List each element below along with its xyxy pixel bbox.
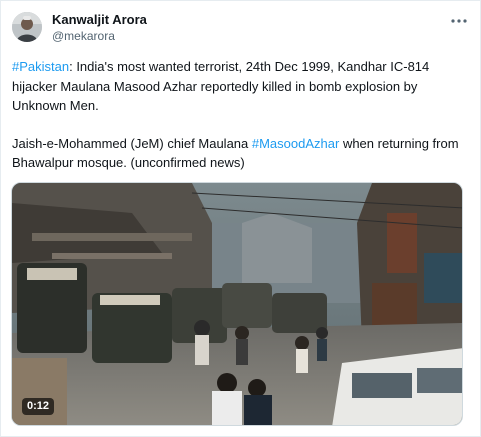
ellipsis-icon bbox=[451, 19, 467, 23]
video-duration-badge: 0:12 bbox=[22, 398, 55, 415]
author-display-name[interactable]: Kanwaljit Arora bbox=[52, 12, 147, 28]
hashtag-masoodazhar[interactable]: #MasoodAzhar bbox=[252, 136, 339, 151]
tweet-text: #Pakistan: India's most wanted terrorist… bbox=[12, 57, 474, 173]
avatar-image bbox=[12, 12, 42, 42]
tweet-paragraph-1-text: : India's most wanted terrorist, 24th De… bbox=[12, 59, 430, 113]
tweet-paragraph-2-start: Jaish-e-Mohammed (JeM) chief Maulana bbox=[12, 135, 252, 151]
video-player[interactable]: 0:12 bbox=[11, 182, 463, 426]
avatar[interactable] bbox=[12, 12, 42, 42]
tweet-paragraph-2: Jaish-e-Mohammed (JeM) chief Maulana #Ma… bbox=[12, 134, 474, 173]
tweet-card[interactable]: Kanwaljit Arora @mekarora #Pakistan: Ind… bbox=[0, 0, 481, 437]
author-handle[interactable]: @mekarora bbox=[52, 29, 115, 44]
hashtag-pakistan[interactable]: #Pakistan bbox=[12, 59, 69, 74]
video-thumbnail bbox=[12, 183, 462, 425]
tweet-paragraph-1: #Pakistan: India's most wanted terrorist… bbox=[12, 57, 474, 116]
more-options-button[interactable] bbox=[447, 11, 471, 31]
